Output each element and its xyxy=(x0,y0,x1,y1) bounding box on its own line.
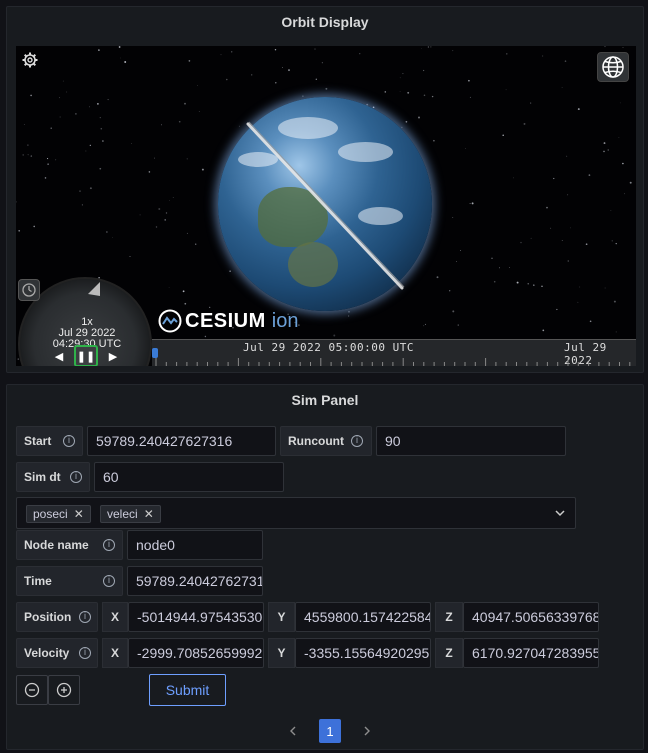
position-z-input[interactable]: 40947.50656339768 xyxy=(463,602,599,632)
chevron-right-icon xyxy=(364,726,370,736)
page-button-current[interactable]: 1 xyxy=(319,719,341,743)
velocity-x-input[interactable]: -2999.708526599925 xyxy=(128,638,264,668)
position-label-text: Position xyxy=(24,610,72,624)
info-icon[interactable] xyxy=(63,435,75,447)
velocity-label-text: Velocity xyxy=(24,646,70,660)
pause-button[interactable]: ❚❚ xyxy=(74,345,98,366)
timeline-ticks xyxy=(155,358,631,366)
submit-button[interactable]: Submit xyxy=(149,674,226,706)
velocity-z-input[interactable]: 6170.927047283955 xyxy=(463,638,599,668)
tag-veleci: veleci ✕ xyxy=(100,505,161,523)
info-icon[interactable] xyxy=(103,575,115,587)
runcount-input[interactable]: 90 xyxy=(376,426,566,456)
ion-logo-text: ion xyxy=(271,309,299,332)
time-label-text: Time xyxy=(24,574,52,588)
remove-tag-icon[interactable]: ✕ xyxy=(144,506,154,522)
request-multiselect[interactable]: poseci ✕ veleci ✕ xyxy=(16,497,576,529)
globe-icon xyxy=(602,56,624,78)
scene-mode-button[interactable] xyxy=(597,52,629,82)
prev-page-button[interactable] xyxy=(282,719,304,743)
runcount-label-text: Runcount xyxy=(288,434,344,448)
position-z-label: Z xyxy=(435,602,463,632)
orbit-display-panel: Orbit Display 1x Jul 29 2022 04:29:30 UT… xyxy=(6,6,644,373)
next-page-button[interactable] xyxy=(356,719,378,743)
chevron-down-icon[interactable] xyxy=(555,509,565,517)
node-name-label: Node name xyxy=(16,530,123,560)
shuttle-ring-handle-icon[interactable] xyxy=(86,282,102,298)
start-label: Start xyxy=(16,426,83,456)
node-name-input[interactable]: node0 xyxy=(127,530,263,560)
remove-tag-icon[interactable]: ✕ xyxy=(74,506,84,522)
tag-poseci: poseci ✕ xyxy=(26,505,91,523)
sim-panel: Sim Panel Start 59789.240427627316 Runco… xyxy=(6,384,644,750)
realtime-clock-button[interactable] xyxy=(18,279,40,301)
position-y-input[interactable]: 4559800.157422584 xyxy=(295,602,431,632)
cesium-logo-text: CESIUM xyxy=(185,309,266,332)
panel-title: Orbit Display xyxy=(281,14,369,30)
start-input[interactable]: 59789.240427627316 xyxy=(87,426,276,456)
info-icon[interactable] xyxy=(79,647,91,659)
velocity-y-input[interactable]: -3355.155649202952 xyxy=(295,638,431,668)
cesium-logo-icon xyxy=(158,309,182,333)
chevron-left-icon xyxy=(290,726,296,736)
start-label-text: Start xyxy=(24,434,52,448)
position-y-label: Y xyxy=(268,602,295,632)
minus-circle-icon xyxy=(24,682,40,698)
velocity-label: Velocity xyxy=(16,638,98,668)
timeline-marker[interactable] xyxy=(152,348,158,358)
position-label: Position xyxy=(16,602,98,632)
position-x-input[interactable]: -5014944.975435305 xyxy=(128,602,264,632)
sim-dt-label: Sim dt xyxy=(16,462,90,492)
plus-circle-icon xyxy=(56,682,72,698)
info-icon[interactable] xyxy=(79,611,91,623)
tag-label: poseci xyxy=(33,507,68,521)
cesium-viewer[interactable]: 1x Jul 29 2022 04:29:30 UTC ◀ ❚❚ ▶ CESIU… xyxy=(16,46,636,366)
settings-gear-icon[interactable] xyxy=(22,52,38,68)
panel-title: Sim Panel xyxy=(291,392,359,408)
tag-label: veleci xyxy=(107,507,138,521)
info-icon[interactable] xyxy=(70,471,82,483)
timeline[interactable]: Jul 29 2022 05:00:00 UTC Jul 29 2022 xyxy=(152,339,636,366)
timeline-label: Jul 29 2022 05:00:00 UTC xyxy=(243,341,414,354)
time-input[interactable]: 59789.240427627316 xyxy=(127,566,263,596)
velocity-z-label: Z xyxy=(435,638,463,668)
time-label: Time xyxy=(16,566,123,596)
clock-icon xyxy=(22,283,36,297)
play-forward-button[interactable]: ▶ xyxy=(103,346,123,366)
sim-dt-label-text: Sim dt xyxy=(24,470,61,484)
velocity-y-label: Y xyxy=(268,638,295,668)
node-name-label-text: Node name xyxy=(24,538,89,552)
position-x-label: X xyxy=(102,602,128,632)
add-node-button[interactable] xyxy=(48,675,80,705)
info-icon[interactable] xyxy=(103,539,115,551)
sim-dt-input[interactable]: 60 xyxy=(94,462,284,492)
remove-node-button[interactable] xyxy=(16,675,48,705)
runcount-label: Runcount xyxy=(280,426,372,456)
velocity-x-label: X xyxy=(102,638,128,668)
cesium-ion-logo[interactable]: CESIUM ion xyxy=(158,309,299,333)
play-reverse-button[interactable]: ◀ xyxy=(49,346,69,366)
info-icon[interactable] xyxy=(351,435,363,447)
